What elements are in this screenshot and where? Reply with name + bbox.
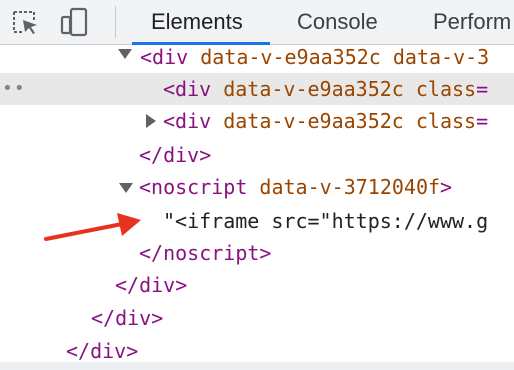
annotation-arrow-icon — [44, 213, 141, 241]
devtools-panel: Elements Console Perform <div data-v-e9a… — [0, 0, 514, 370]
panel-bottom-edge — [0, 362, 514, 370]
